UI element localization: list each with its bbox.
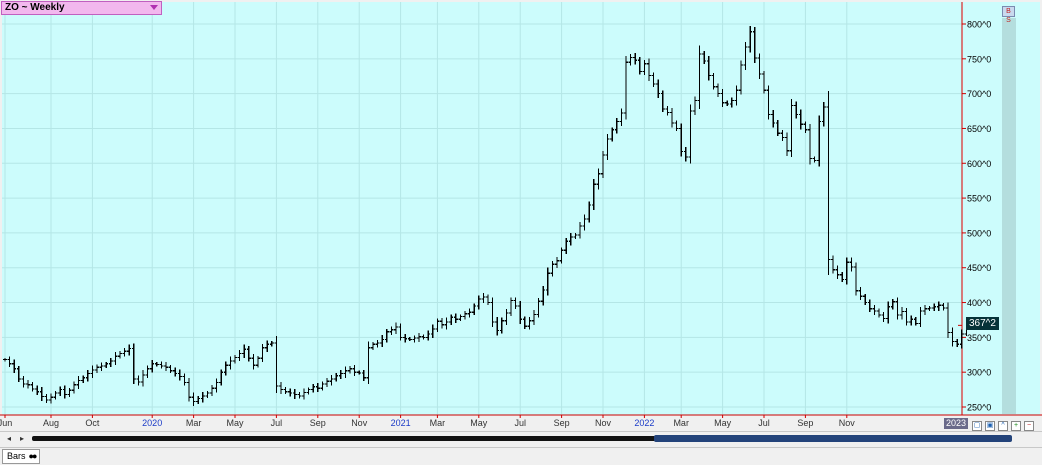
zoom-in-icon[interactable]: ▢ (972, 421, 982, 431)
time-label-month: Jul (514, 418, 526, 428)
remove-study-icon[interactable]: − (1024, 421, 1034, 431)
time-label-month: Nov (351, 418, 368, 428)
dropdown-arrow-icon (150, 5, 158, 10)
bars-tab-label: Bars (7, 451, 26, 461)
time-label-month: Mar (673, 418, 689, 428)
time-axis-labels: Jun Aug Oct 2020 Mar May Jul Sep Nov 2021 Mar May Ju… (0, 415, 855, 428)
time-label-month: Nov (839, 418, 856, 428)
time-label-month: Jul (758, 418, 770, 428)
last-price-marker: 367^2 (966, 317, 999, 330)
time-label-year: 2020 (142, 418, 162, 428)
symbol-label: ZO ~ Weekly (5, 2, 65, 13)
time-label-month: May (714, 418, 732, 428)
time-label-month: May (470, 418, 488, 428)
price-tick-label: 450^0 (967, 263, 991, 273)
scroll-right-icon[interactable]: ▸ (17, 434, 27, 444)
zoom-out-icon[interactable]: ▣ (985, 421, 995, 431)
time-scrollbar[interactable]: ◂ ▸ (0, 431, 1042, 446)
current-year-flag: 2023 (944, 418, 968, 429)
plot-background (2, 2, 962, 415)
time-label-year: 2022 (634, 418, 654, 428)
time-label-year: 2021 (391, 418, 411, 428)
time-label-month: Nov (595, 418, 612, 428)
time-label-month: Mar (186, 418, 202, 428)
price-tick-label: 300^0 (967, 368, 991, 378)
scroll-up-icon[interactable]: ^ (998, 421, 1008, 431)
chart-window: 250^0 300^0 350^0 400^0 450^0 500^0 550^0 600^0… (0, 0, 1042, 465)
time-label-month: Oct (85, 418, 100, 428)
time-label-month: Sep (797, 418, 813, 428)
price-tick-label: 800^0 (967, 20, 991, 30)
time-label-month: Mar (430, 418, 446, 428)
link-icon: ●● (28, 451, 38, 461)
scroll-left-icon[interactable]: ◂ (4, 434, 14, 444)
price-tick-label: 750^0 (967, 54, 991, 64)
price-tick-label: 350^0 (967, 333, 991, 343)
right-panel-strip (1002, 18, 1016, 414)
time-label-month: Aug (43, 418, 59, 428)
time-label-month: Jul (271, 418, 283, 428)
time-label-month: Sep (554, 418, 570, 428)
price-tick-label: 500^0 (967, 228, 991, 238)
add-study-icon[interactable]: + (1011, 421, 1021, 431)
bars-tab[interactable]: Bars ●● (2, 449, 41, 464)
symbol-timeframe-selector[interactable]: ZO ~ Weekly (1, 1, 162, 15)
price-tick-label: 550^0 (967, 194, 991, 204)
scrollbar-thumb[interactable] (654, 435, 1012, 442)
time-label-month: Sep (310, 418, 326, 428)
time-label-month: May (226, 418, 244, 428)
price-tick-label: 700^0 (967, 89, 991, 99)
price-tick-label: 250^0 (967, 403, 991, 413)
bottom-tab-bar: Bars ●● (0, 447, 1042, 465)
price-tick-label: 400^0 (967, 298, 991, 308)
price-chart[interactable]: 250^0 300^0 350^0 400^0 450^0 500^0 550^0 600^0… (0, 0, 1042, 430)
price-tick-label: 650^0 (967, 124, 991, 134)
time-label-month: Jun (0, 418, 12, 428)
buy-sell-button[interactable]: B S (1002, 6, 1015, 24)
price-tick-label: 600^0 (967, 159, 991, 169)
